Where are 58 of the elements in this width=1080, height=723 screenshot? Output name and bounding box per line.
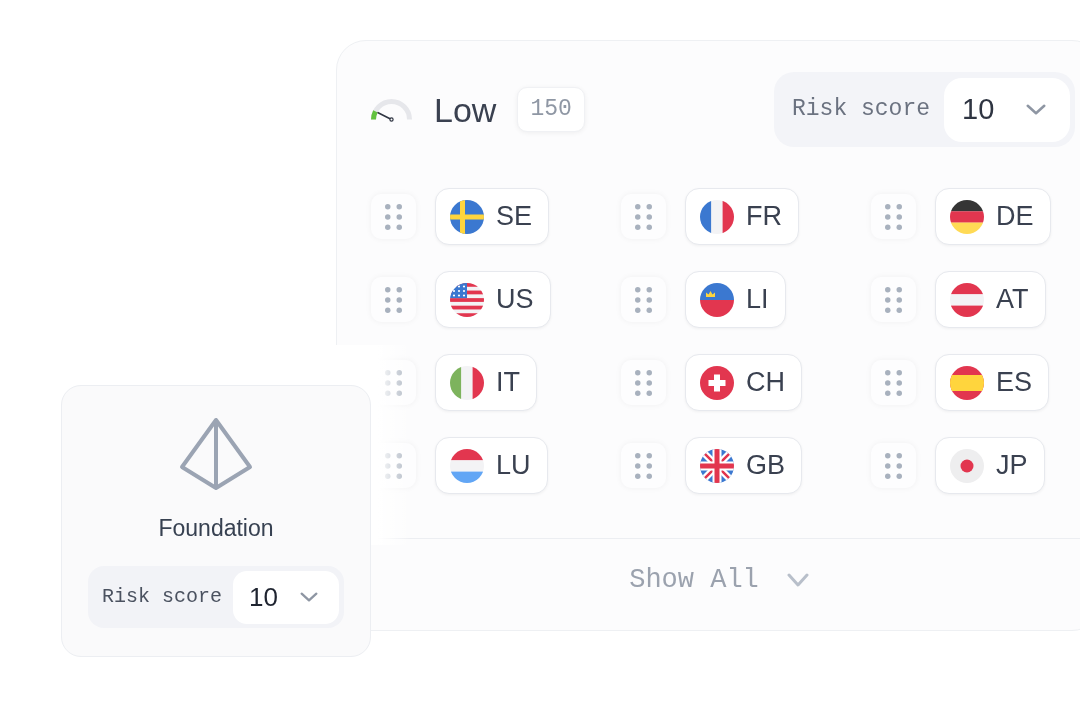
grip-dots-icon <box>885 369 902 396</box>
swedish-flag-icon <box>450 199 484 234</box>
drag-handle[interactable] <box>371 277 416 322</box>
country-chip[interactable]: AT <box>935 271 1046 328</box>
french-flag-icon <box>700 199 734 234</box>
risk-score-select[interactable]: 10 <box>233 570 339 624</box>
grip-dots-icon <box>385 452 402 479</box>
grip-dots-icon <box>885 286 902 313</box>
grip-dots-icon <box>635 286 652 313</box>
drag-handle[interactable] <box>621 194 666 239</box>
drag-handle[interactable] <box>621 443 666 488</box>
grip-dots-icon <box>885 203 902 230</box>
liechtenstein-flag-icon <box>700 282 734 317</box>
card-title: Foundation <box>158 515 274 541</box>
drag-handle[interactable] <box>621 360 666 405</box>
grip-dots-icon <box>385 369 402 396</box>
grip-dots-icon <box>635 203 652 230</box>
score-badge: 150 <box>517 87 585 132</box>
country-chip[interactable]: GB <box>685 437 802 494</box>
country-chip[interactable]: JP <box>935 437 1045 494</box>
gauge-icon <box>370 97 413 122</box>
drag-handle[interactable] <box>871 443 916 488</box>
country-chip[interactable]: LI <box>685 271 786 328</box>
country-chip[interactable]: SE <box>435 188 550 245</box>
drag-handle[interactable] <box>871 277 916 322</box>
german-flag-icon <box>950 199 984 234</box>
risk-score-label: Risk score <box>791 98 930 121</box>
chevron-down-icon <box>300 592 318 602</box>
country-chip[interactable]: IT <box>435 354 537 411</box>
drag-handle[interactable] <box>871 194 916 239</box>
swiss-flag-icon <box>700 365 734 400</box>
country-chip[interactable]: LU <box>435 437 548 494</box>
spanish-flag-icon <box>950 365 984 400</box>
drag-handle[interactable] <box>871 360 916 405</box>
drag-handle[interactable] <box>621 277 666 322</box>
pyramid-icon <box>179 417 253 491</box>
grip-dots-icon <box>885 452 902 479</box>
country-chip[interactable]: CH <box>685 354 802 411</box>
country-chip[interactable]: ES <box>935 354 1050 411</box>
country-chip[interactable]: DE <box>935 188 1051 245</box>
luxembourg-flag-icon <box>450 448 484 483</box>
grip-dots-icon <box>635 369 652 396</box>
us-flag-icon <box>450 282 484 317</box>
risk-level-text: Low <box>434 92 497 127</box>
chevron-down-icon <box>786 573 809 587</box>
chevron-down-icon <box>1026 104 1046 115</box>
japanese-flag-icon <box>950 448 984 483</box>
risk-score-select[interactable]: 10 <box>944 77 1070 142</box>
drag-handle[interactable] <box>371 194 416 239</box>
country-chip[interactable]: US <box>435 271 551 328</box>
risk-score-label: Risk score <box>102 587 223 607</box>
italian-flag-icon <box>450 365 484 400</box>
country-chip[interactable]: FR <box>685 188 799 245</box>
british-flag-icon <box>700 448 734 483</box>
austrian-flag-icon <box>950 282 984 317</box>
grip-dots-icon <box>385 286 402 313</box>
grip-dots-icon <box>385 203 402 230</box>
grip-dots-icon <box>635 452 652 479</box>
